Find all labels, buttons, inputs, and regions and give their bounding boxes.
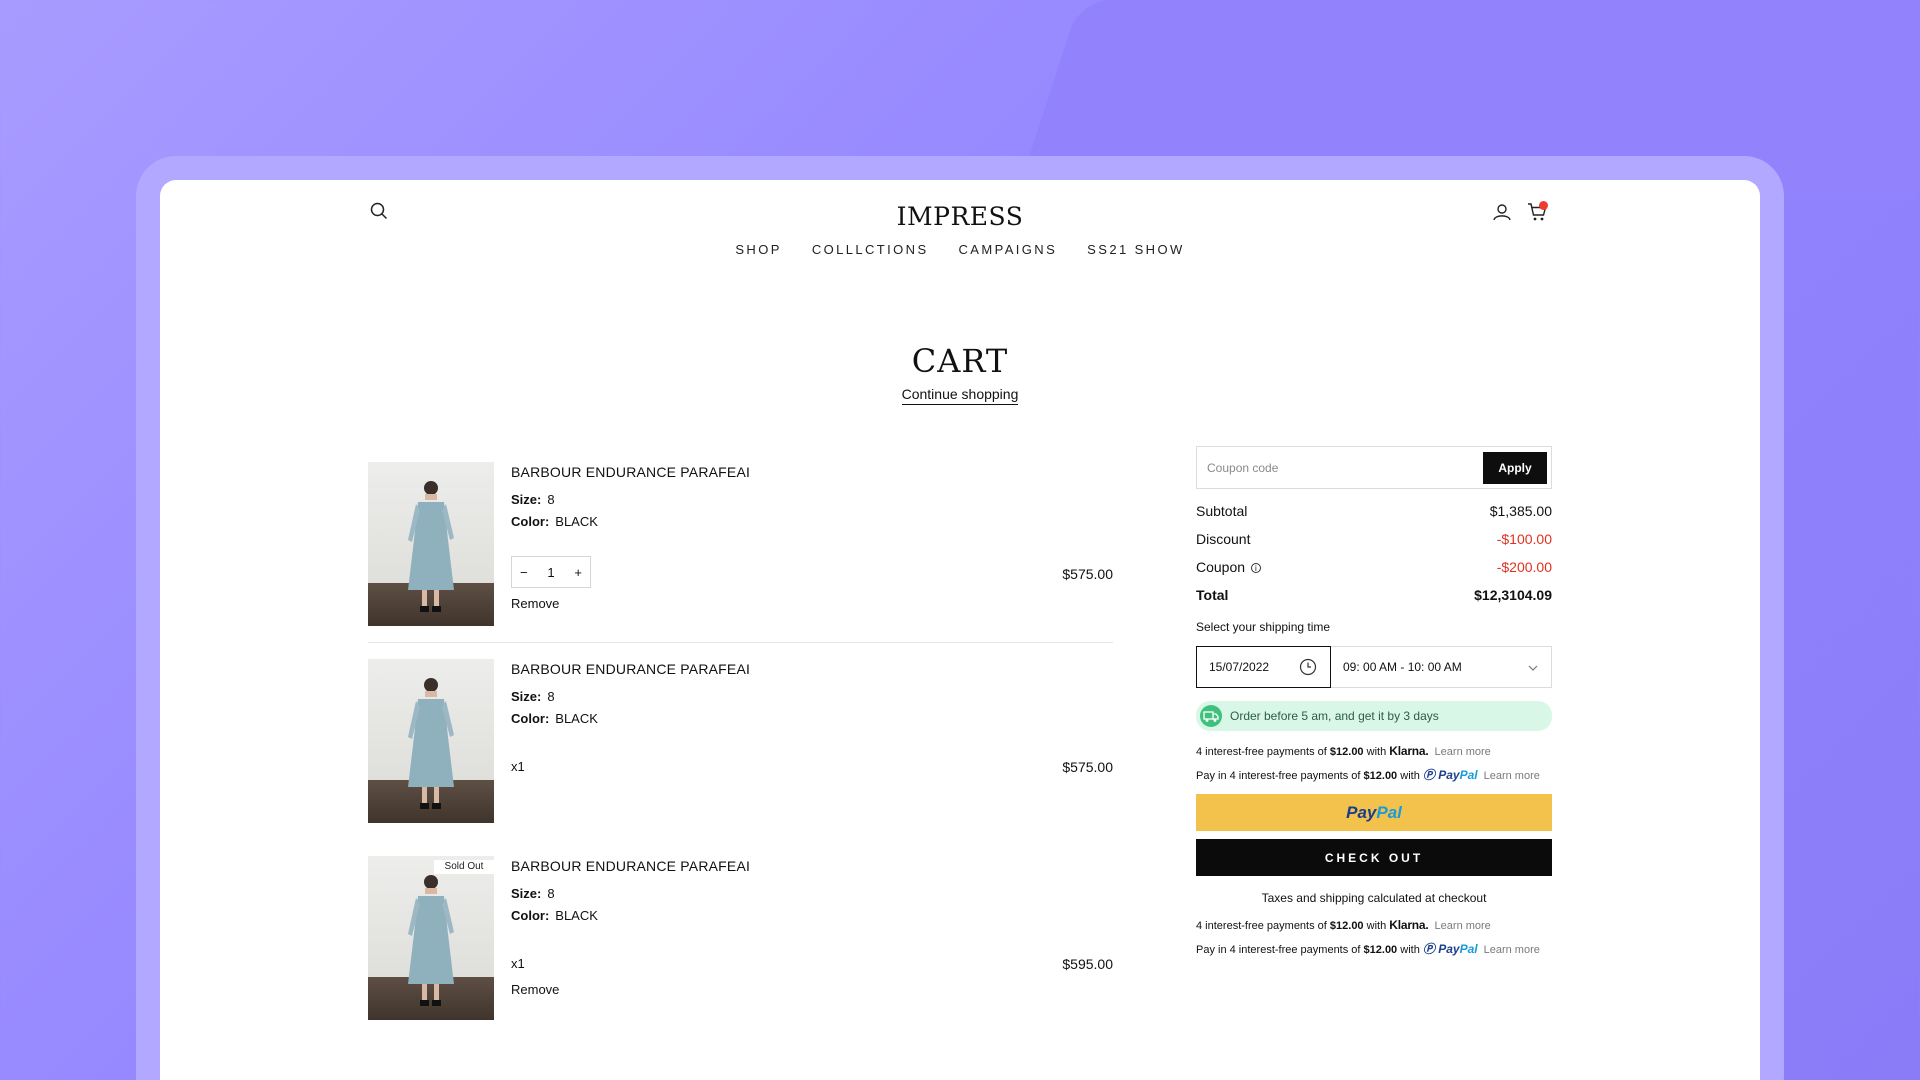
- browser-screen: IMPRESS SHOP COLLLCTIONS CAMPAIGNS SS21 …: [160, 180, 1760, 1080]
- discount-row: Discount -$100.00: [1196, 531, 1552, 547]
- item-price: $575.00: [1062, 759, 1113, 775]
- nav-item-ss21-show[interactable]: SS21 SHOW: [1087, 242, 1184, 257]
- checkout-button[interactable]: CHECK OUT: [1196, 839, 1552, 876]
- product-name[interactable]: BARBOUR ENDURANCE PARAFEAI: [511, 661, 750, 677]
- product-size: Size: 8: [511, 886, 555, 901]
- paypal-learn-more-link[interactable]: Learn more: [1484, 944, 1540, 956]
- quantity-value[interactable]: 1: [547, 565, 554, 580]
- total-row: Total $12,3104.09: [1196, 587, 1552, 603]
- shipping-time-label: Select your shipping time: [1196, 620, 1331, 634]
- quantity-text: x1: [511, 759, 525, 774]
- klarna-logo: Klarna.: [1389, 744, 1429, 758]
- product-color: Color: BLACK: [511, 711, 598, 726]
- subtotal-row: Subtotal $1,385.00: [1196, 503, 1552, 519]
- delivery-truck-icon: [1200, 705, 1222, 727]
- continue-shopping-link[interactable]: Continue shopping: [901, 386, 1019, 405]
- page-title: CART: [911, 342, 1009, 380]
- paypal-installments: Pay in 4 interest-free payments of $12.0…: [1196, 768, 1540, 782]
- cart-icon[interactable]: [1527, 201, 1549, 222]
- klarna-learn-more-link[interactable]: Learn more: [1435, 920, 1491, 932]
- nav-item-shop[interactable]: SHOP: [735, 242, 781, 257]
- paypal-logo: Ⓟ PayPal: [1422, 942, 1478, 956]
- paypal-learn-more-link[interactable]: Learn more: [1484, 770, 1540, 782]
- taxes-note: Taxes and shipping calculated at checkou…: [1261, 891, 1487, 905]
- delivery-notice: Order before 5 am, and get it by 3 days: [1196, 701, 1552, 731]
- total-label: Total: [1196, 587, 1229, 603]
- date-picker[interactable]: 15/07/2022: [1196, 646, 1331, 688]
- klarna-installments-bottom: 4 interest-free payments of $12.00 with …: [1196, 918, 1491, 932]
- product-name[interactable]: BARBOUR ENDURANCE PARAFEAI: [511, 858, 750, 874]
- subtotal-value: $1,385.00: [1489, 503, 1552, 519]
- klarna-logo: Klarna.: [1389, 918, 1429, 932]
- klarna-learn-more-link[interactable]: Learn more: [1435, 746, 1491, 758]
- paypal-checkout-button[interactable]: PayPal: [1196, 794, 1552, 831]
- item-divider: [368, 642, 1113, 643]
- nav-item-collections[interactable]: COLLLCTIONS: [812, 242, 929, 257]
- product-color: Color: BLACK: [511, 908, 598, 923]
- remove-item-link[interactable]: Remove: [511, 596, 559, 611]
- quantity-stepper: − 1 +: [511, 556, 591, 588]
- item-price: $595.00: [1062, 956, 1113, 972]
- discount-label: Discount: [1196, 531, 1251, 547]
- cart-notification-dot: [1539, 201, 1548, 210]
- product-size: Size: 8: [511, 492, 555, 507]
- main-nav: SHOP COLLLCTIONS CAMPAIGNS SS21 SHOW: [160, 242, 1760, 257]
- cart-item: BARBOUR ENDURANCE PARAFEAI Size: 8 Color:…: [368, 462, 1113, 626]
- discount-value: -$100.00: [1496, 531, 1552, 547]
- chevron-down-icon: [1528, 665, 1538, 671]
- nav-item-campaigns[interactable]: CAMPAIGNS: [959, 242, 1058, 257]
- product-image[interactable]: [368, 462, 494, 626]
- subtotal-label: Subtotal: [1196, 503, 1248, 519]
- time-slot-value: 09: 00 AM - 10: 00 AM: [1343, 660, 1462, 674]
- paypal-installments-bottom: Pay in 4 interest-free payments of $12.0…: [1196, 942, 1540, 956]
- coupon-value: -$200.00: [1496, 559, 1552, 575]
- decrease-quantity-button[interactable]: −: [520, 565, 528, 580]
- product-image[interactable]: [368, 659, 494, 823]
- continue-shopping-container: Continue shopping: [160, 386, 1760, 405]
- product-image[interactable]: Sold Out: [368, 856, 494, 1020]
- product-name[interactable]: BARBOUR ENDURANCE PARAFEAI: [511, 464, 750, 480]
- time-slot-select[interactable]: 09: 00 AM - 10: 00 AM: [1331, 646, 1552, 688]
- date-value: 15/07/2022: [1209, 660, 1270, 674]
- remove-item-link[interactable]: Remove: [511, 982, 559, 997]
- apply-coupon-button[interactable]: Apply: [1483, 452, 1547, 484]
- increase-quantity-button[interactable]: +: [574, 565, 582, 580]
- site-logo[interactable]: IMPRESS: [160, 202, 1760, 231]
- clock-icon: [1299, 658, 1317, 676]
- klarna-installments: 4 interest-free payments of $12.00 with …: [1196, 744, 1491, 758]
- sold-out-badge: Sold Out: [434, 860, 494, 874]
- product-color: Color: BLACK: [511, 514, 598, 529]
- delivery-notice-text: Order before 5 am, and get it by 3 days: [1230, 709, 1439, 723]
- coupon-label-group: Coupon i: [1196, 559, 1261, 575]
- paypal-logo: Ⓟ PayPal: [1422, 768, 1478, 782]
- coupon-form: Apply: [1196, 446, 1552, 489]
- cart-item: BARBOUR ENDURANCE PARAFEAI Size: 8 Color:…: [368, 659, 1113, 823]
- item-price: $575.00: [1062, 566, 1113, 582]
- product-size: Size: 8: [511, 689, 555, 704]
- coupon-label: Coupon: [1196, 559, 1246, 575]
- info-icon[interactable]: i: [1250, 563, 1261, 573]
- coupon-row: Coupon i -$200.00: [1196, 559, 1552, 575]
- total-value: $12,3104.09: [1474, 587, 1552, 603]
- cart-item: Sold Out BARBOUR ENDURANCE PARAFEAI Size…: [368, 856, 1113, 1020]
- quantity-text: x1: [511, 956, 525, 971]
- account-icon[interactable]: [1492, 202, 1512, 222]
- coupon-input[interactable]: [1207, 453, 1477, 483]
